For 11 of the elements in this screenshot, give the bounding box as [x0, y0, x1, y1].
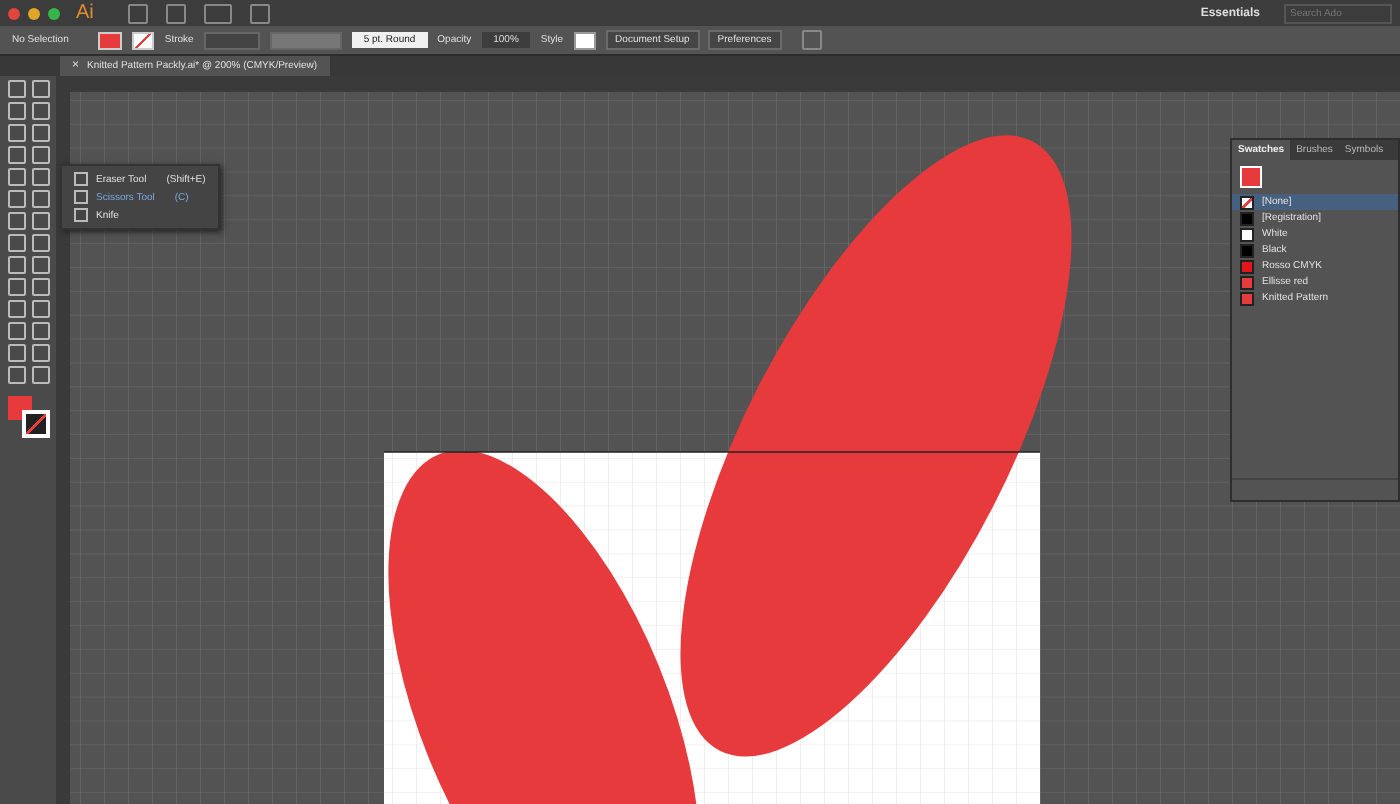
stroke-weight-field[interactable] — [203, 31, 260, 49]
stroke-swatch[interactable] — [132, 31, 155, 49]
maximize-icon[interactable] — [48, 7, 60, 19]
app-logo: Ai — [76, 2, 94, 24]
variable-width-field[interactable] — [269, 31, 342, 49]
fill-swatch[interactable] — [98, 31, 123, 49]
fill-stroke-icon[interactable] — [8, 396, 48, 436]
minimize-icon[interactable] — [28, 7, 40, 19]
none-swatch-icon — [1240, 195, 1254, 209]
style-swatch[interactable] — [573, 31, 596, 49]
close-icon[interactable] — [8, 7, 20, 19]
